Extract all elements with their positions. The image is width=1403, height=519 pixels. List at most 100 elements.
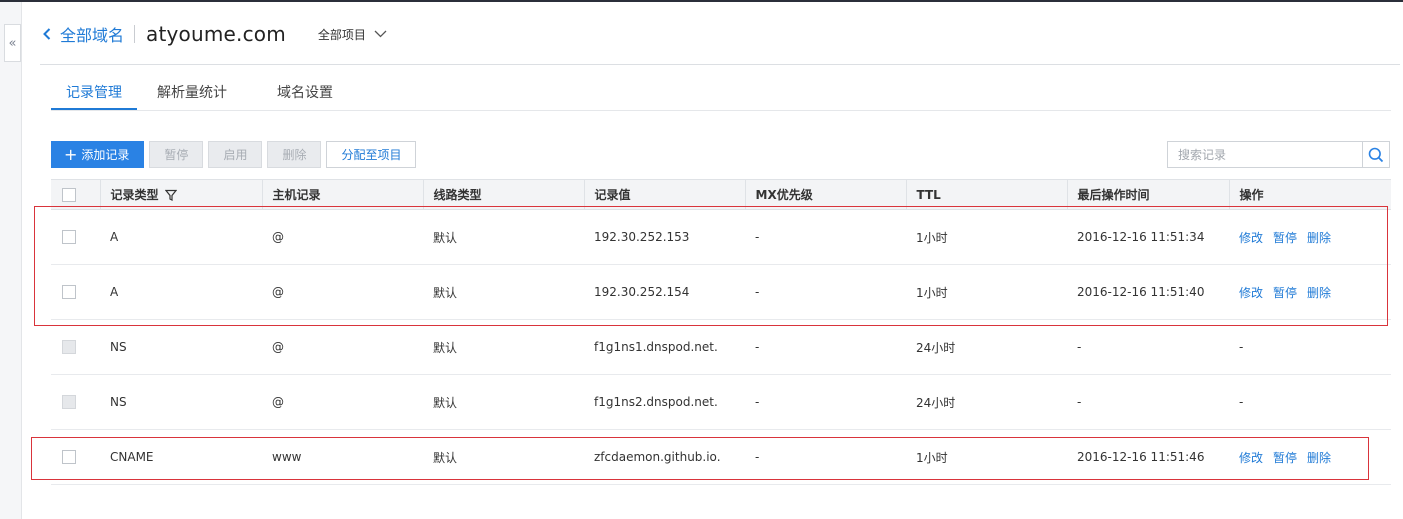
cell-host: @: [272, 230, 284, 244]
add-record-button[interactable]: + 添加记录: [51, 141, 145, 168]
table-row: CNAME www 默认 zfcdaemon.github.io. - 1小时 …: [51, 430, 1391, 485]
pause-button[interactable]: 暂停: [149, 141, 204, 168]
project-dropdown[interactable]: 全部项目: [318, 26, 387, 43]
double-chevron-left-icon: «: [8, 35, 17, 51]
col-value: 记录值: [584, 179, 746, 210]
filter-icon[interactable]: [164, 189, 177, 201]
cell-actions: 修改 暂停 删除: [1229, 430, 1391, 485]
table-row: A @ 默认 192.30.252.153 - 1小时 2016-12-16 1…: [51, 210, 1391, 265]
cell-time: 2016-12-16 11:51:46: [1077, 450, 1205, 464]
cell-host: @: [272, 285, 284, 299]
col-actions: 操作: [1229, 179, 1391, 210]
cell-value: f1g1ns2.dnspod.net.: [594, 395, 718, 409]
row-checkbox[interactable]: [62, 285, 76, 300]
tab-resolution-stats[interactable]: 解析量统计: [157, 80, 227, 110]
cell-ttl: 1小时: [916, 450, 948, 465]
col-record-type: 记录类型: [100, 179, 263, 210]
pause-link[interactable]: 暂停: [1273, 451, 1297, 465]
cell-host: @: [272, 395, 284, 409]
page-header: 全部域名 atyoume.com 全部项目: [40, 20, 387, 48]
tab-domain-settings[interactable]: 域名设置: [277, 80, 333, 110]
col-host: 主机记录: [262, 179, 424, 210]
top-border: [0, 0, 1403, 2]
cell-type: CNAME: [110, 450, 154, 464]
cell-type: A: [110, 285, 119, 299]
cell-value: 192.30.252.153: [594, 230, 690, 244]
cell-mx: -: [755, 285, 760, 299]
cell-ttl: 1小时: [916, 285, 948, 300]
header-divider: [134, 25, 136, 43]
cell-ttl: 24小时: [916, 395, 956, 410]
collapse-sidebar-button[interactable]: «: [4, 24, 21, 62]
table-row: NS @ 默认 f1g1ns1.dnspod.net. - 24小时 - -: [51, 320, 1391, 375]
back-label: 全部域名: [60, 26, 125, 45]
delete-link[interactable]: 删除: [1307, 451, 1331, 465]
tab-bar: 记录管理 解析量统计 域名设置: [51, 80, 383, 110]
domain-title: atyoume.com: [146, 22, 286, 46]
search-box: [1167, 141, 1390, 168]
col-mx: MX优先级: [745, 179, 907, 210]
toolbar: + 添加记录 暂停 启用 删除 分配至项目: [51, 141, 421, 168]
records-table: 记录类型 主机记录 线路类型 记录值 MX优先级 TTL 最后操作时间 操作 A…: [51, 179, 1391, 485]
project-dropdown-label: 全部项目: [317, 27, 366, 42]
row-checkbox-disabled: [62, 340, 76, 355]
cell-host: www: [272, 450, 302, 464]
edit-link[interactable]: 修改: [1239, 231, 1263, 245]
delete-link[interactable]: 删除: [1307, 286, 1331, 300]
assign-project-button[interactable]: 分配至项目: [326, 141, 417, 168]
cell-time: 2016-12-16 11:51:40: [1077, 285, 1205, 299]
cell-actions: 修改 暂停 删除: [1229, 265, 1391, 320]
chevron-left-icon: [43, 28, 51, 40]
search-input[interactable]: [1168, 142, 1362, 167]
cell-line: 默认: [433, 285, 458, 300]
select-all-checkbox[interactable]: [62, 187, 76, 202]
cell-value: 192.30.252.154: [594, 285, 690, 299]
delete-button[interactable]: 删除: [267, 141, 322, 168]
cell-type: NS: [110, 395, 127, 409]
cell-mx: -: [755, 395, 760, 409]
enable-button[interactable]: 启用: [208, 141, 263, 168]
cell-actions: -: [1239, 395, 1244, 409]
row-checkbox-disabled: [62, 395, 76, 410]
tab-underline: [51, 110, 1391, 111]
edit-link[interactable]: 修改: [1239, 286, 1263, 300]
header-divider-line: [40, 64, 1400, 65]
search-button[interactable]: [1362, 142, 1389, 167]
cell-actions: 修改 暂停 删除: [1229, 210, 1391, 265]
table-row: NS @ 默认 f1g1ns2.dnspod.net. - 24小时 - -: [51, 375, 1391, 430]
cell-line: 默认: [433, 395, 458, 410]
pause-link[interactable]: 暂停: [1273, 231, 1297, 245]
cell-time: -: [1077, 340, 1082, 354]
sidebar-rail: «: [0, 2, 22, 519]
cell-mx: -: [755, 450, 760, 464]
plus-icon: +: [64, 144, 78, 164]
delete-link[interactable]: 删除: [1307, 231, 1331, 245]
cell-mx: -: [755, 230, 760, 244]
col-last-modified: 最后操作时间: [1067, 179, 1230, 210]
pause-link[interactable]: 暂停: [1273, 286, 1297, 300]
cell-line: 默认: [433, 450, 458, 465]
cell-ttl: 1小时: [916, 230, 948, 245]
cell-line: 默认: [433, 340, 458, 355]
col-ttl: TTL: [906, 179, 1068, 210]
tab-record-management[interactable]: 记录管理: [51, 80, 137, 110]
cell-value: zfcdaemon.github.io.: [594, 450, 721, 464]
back-to-domains-link[interactable]: 全部域名: [40, 22, 124, 46]
cell-type: NS: [110, 340, 127, 354]
select-all-cell: [51, 179, 101, 210]
table-row: A @ 默认 192.30.252.154 - 1小时 2016-12-16 1…: [51, 265, 1391, 320]
cell-type: A: [110, 230, 119, 244]
row-checkbox[interactable]: [62, 230, 76, 245]
add-record-label: 添加记录: [81, 148, 130, 162]
row-checkbox[interactable]: [62, 450, 76, 465]
cell-line: 默认: [433, 230, 458, 245]
cell-actions: -: [1239, 340, 1244, 354]
search-icon: [1368, 147, 1384, 162]
cell-mx: -: [755, 340, 760, 354]
cell-value: f1g1ns1.dnspod.net.: [594, 340, 718, 354]
col-line: 线路类型: [423, 179, 585, 210]
edit-link[interactable]: 修改: [1239, 451, 1263, 465]
cell-ttl: 24小时: [916, 340, 956, 355]
col-record-type-label: 记录类型: [110, 188, 159, 202]
cell-host: @: [272, 340, 284, 354]
